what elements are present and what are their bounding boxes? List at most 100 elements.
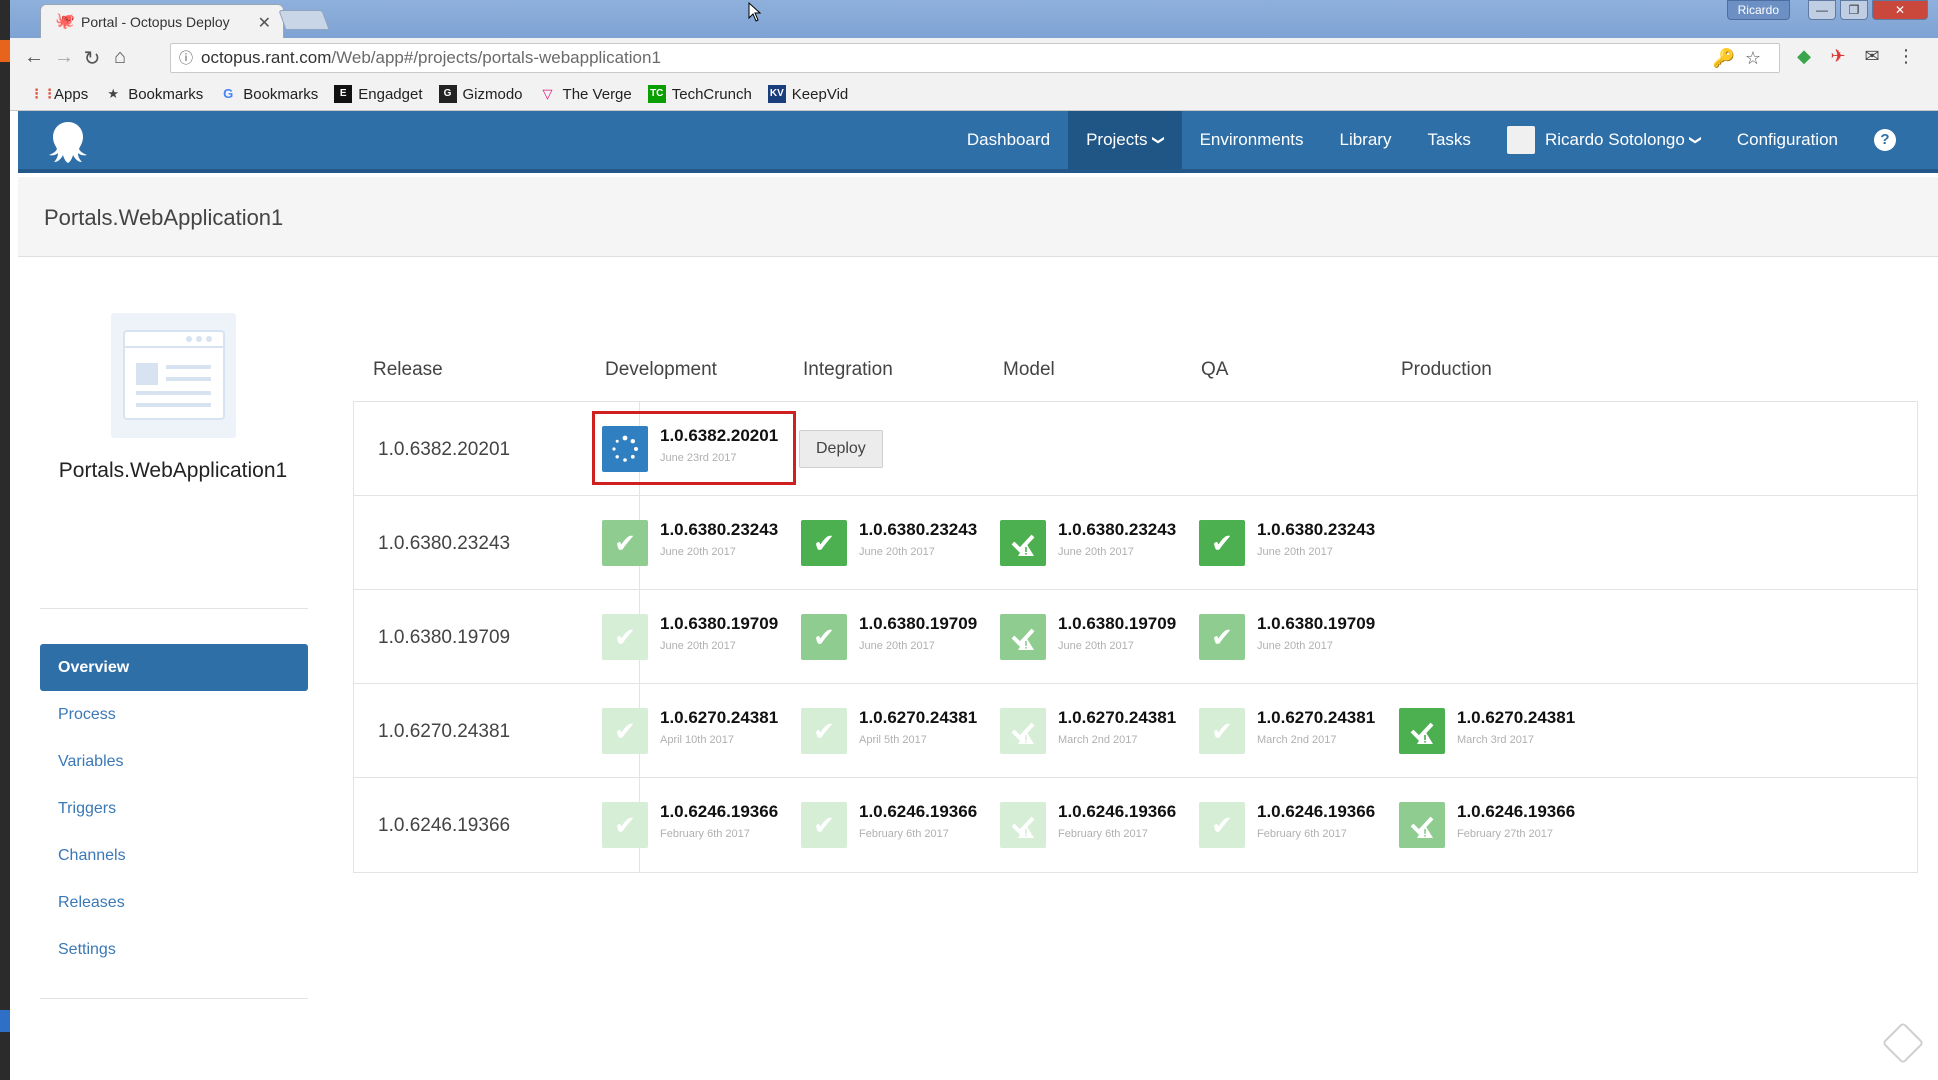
desktop-edge: [0, 0, 10, 1080]
bookmark-item[interactable]: TC TechCrunch: [647, 85, 752, 103]
deployment-cell[interactable]: ✔ 1.0.6380.19709 June 20th 2017: [602, 614, 778, 660]
mail-extension-icon[interactable]: ✉: [1860, 46, 1884, 67]
nav-environments[interactable]: Environments: [1182, 111, 1322, 169]
bookmark-item[interactable]: G Gizmodo: [438, 85, 523, 103]
forward-arrow-icon[interactable]: →: [52, 46, 76, 69]
sidebar-item-overview[interactable]: Overview: [40, 644, 308, 691]
bookmark-item[interactable]: KV KeepVid: [767, 85, 848, 103]
deployment-cell[interactable]: ✔ 1.0.6246.19366 February 6th 2017: [1199, 802, 1375, 848]
bookmarks-bar: ⋮⋮ Apps ★ Bookmarks G Bookmarks E Engadget G Gizm…: [10, 78, 1938, 111]
success-with-warning-icon: [1000, 708, 1046, 754]
sidebar-item-variables[interactable]: Variables: [40, 738, 308, 785]
deployment-cell[interactable]: ✔ 1.0.6380.19709 June 20th 2017: [1199, 614, 1375, 660]
dashboard-body: 1.0.6382.20201 1.0.6382.20201 June 23rd 20…: [353, 401, 1918, 873]
success-check-icon: ✔: [801, 614, 847, 660]
bookmark-item[interactable]: E Engadget: [334, 85, 423, 103]
nav-help[interactable]: ?: [1856, 111, 1914, 169]
deployment-cell[interactable]: ✔ 1.0.6270.24381 April 5th 2017: [801, 708, 977, 754]
deployment-version: 1.0.6270.24381: [1257, 708, 1376, 727]
keepvid-icon: KV: [767, 85, 786, 103]
deployment-date: February 6th 2017: [1257, 828, 1347, 840]
column-header: Model: [1003, 359, 1055, 380]
deployment-info: 1.0.6270.24381 March 2nd 2017: [1257, 708, 1375, 754]
release-version[interactable]: 1.0.6380.23243: [378, 533, 510, 555]
omnibar: ← → ↻ ⌂ ⓘ octopus.rant.com/Web/app#/proj…: [10, 38, 1938, 78]
octopus-logo-icon[interactable]: [46, 119, 90, 165]
deployment-cell[interactable]: ✔ 1.0.6270.24381 April 10th 2017: [602, 708, 778, 754]
success-with-warning-icon: [1000, 802, 1046, 848]
techcrunch-icon: TC: [647, 85, 666, 103]
deployment-cell[interactable]: 1.0.6380.19709 June 20th 2017: [1000, 614, 1176, 660]
release-version[interactable]: 1.0.6382.20201: [378, 439, 510, 461]
bookmark-item[interactable]: ★ Bookmarks: [104, 85, 203, 103]
success-check-icon: ✔: [801, 802, 847, 848]
release-version[interactable]: 1.0.6246.19366: [378, 815, 510, 837]
gizmodo-icon: G: [438, 85, 457, 103]
nav-user-menu[interactable]: Ricardo Sotolongo ❯: [1489, 111, 1719, 169]
apps-grid-icon: ⋮⋮: [30, 86, 56, 101]
nav-dashboard[interactable]: Dashboard: [949, 111, 1068, 169]
minimize-button[interactable]: —: [1808, 0, 1836, 20]
deployment-info: 1.0.6270.24381 April 10th 2017: [660, 708, 778, 754]
browser-tab[interactable]: 🐙 Portal - Octopus Deploy ✕: [40, 4, 284, 38]
deployment-cell[interactable]: 1.0.6270.24381 March 3rd 2017: [1399, 708, 1575, 754]
release-row: 1.0.6380.19709 ✔ 1.0.6380.19709 June 20th 2…: [354, 590, 1917, 684]
deployment-date: February 6th 2017: [859, 828, 949, 840]
release-row: 1.0.6246.19366 ✔ 1.0.6246.19366 February 6t…: [354, 778, 1917, 872]
sidebar-item-settings[interactable]: Settings: [40, 926, 308, 973]
nav-projects[interactable]: Projects ❯: [1068, 111, 1182, 169]
maximize-button[interactable]: ❐: [1840, 0, 1868, 20]
deployment-cell[interactable]: ✔ 1.0.6380.23243 June 20th 2017: [602, 520, 778, 566]
octopus-favicon-icon: 🐙: [55, 12, 75, 30]
deployment-cell[interactable]: ✔ 1.0.6380.23243 June 20th 2017: [1199, 520, 1375, 566]
nav-label: Environments: [1199, 130, 1304, 149]
deployment-cell[interactable]: ✔ 1.0.6380.19709 June 20th 2017: [801, 614, 977, 660]
nav-tasks[interactable]: Tasks: [1409, 111, 1488, 169]
extension-icon[interactable]: ◆: [1792, 46, 1816, 67]
menu-dots-icon[interactable]: ⋮: [1894, 46, 1918, 67]
bookmark-item[interactable]: G Bookmarks: [219, 85, 318, 103]
deployment-version: 1.0.6270.24381: [859, 708, 978, 727]
sidebar-item-process[interactable]: Process: [40, 691, 308, 738]
deployment-date: February 27th 2017: [1457, 828, 1554, 840]
back-arrow-icon[interactable]: ←: [22, 46, 46, 69]
column-header: Production: [1401, 359, 1492, 380]
reload-icon[interactable]: ↻: [80, 46, 104, 71]
nav-configuration[interactable]: Configuration: [1719, 111, 1856, 169]
home-icon[interactable]: ⌂: [108, 46, 132, 69]
deployment-cell[interactable]: ✔ 1.0.6380.23243 June 20th 2017: [801, 520, 977, 566]
profile-button[interactable]: Ricardo: [1726, 0, 1790, 20]
sidebar-item-triggers[interactable]: Triggers: [40, 785, 308, 832]
tab-title: Portal - Octopus Deploy: [81, 13, 230, 30]
deployment-date: February 6th 2017: [660, 828, 750, 840]
bookmark-item[interactable]: ⋮⋮ Apps: [30, 85, 88, 103]
deployment-date: June 20th 2017: [859, 640, 935, 652]
site-info-icon[interactable]: ⓘ: [171, 48, 201, 68]
release-version[interactable]: 1.0.6270.24381: [378, 721, 510, 743]
deployment-cell[interactable]: ✔ 1.0.6246.19366 February 6th 2017: [801, 802, 977, 848]
extension-icon[interactable]: ✈: [1826, 46, 1850, 67]
deployment-cell[interactable]: ✔ 1.0.6246.19366 February 6th 2017: [602, 802, 778, 848]
deployment-date: April 5th 2017: [859, 734, 927, 746]
release-version[interactable]: 1.0.6380.19709: [378, 627, 510, 649]
nav-label: Library: [1339, 130, 1392, 149]
deployment-info: 1.0.6380.23243 June 20th 2017: [660, 520, 778, 566]
address-bar[interactable]: ⓘ octopus.rant.com/Web/app#/projects/por…: [170, 43, 1780, 73]
close-tab-icon[interactable]: ✕: [258, 13, 271, 33]
bookmark-item[interactable]: ▽ The Verge: [539, 85, 632, 103]
nav-library[interactable]: Library: [1322, 111, 1410, 169]
close-window-button[interactable]: ✕: [1872, 0, 1928, 20]
success-with-warning-icon: [1399, 708, 1445, 754]
deployment-cell[interactable]: 1.0.6246.19366 February 27th 2017: [1399, 802, 1575, 848]
new-tab-button[interactable]: [278, 10, 330, 30]
deployment-cell[interactable]: 1.0.6246.19366 February 6th 2017: [1000, 802, 1176, 848]
deployment-cell[interactable]: 1.0.6380.23243 June 20th 2017: [1000, 520, 1176, 566]
deployment-cell[interactable]: ✔ 1.0.6270.24381 March 2nd 2017: [1199, 708, 1375, 754]
deployment-cell[interactable]: 1.0.6270.24381 March 2nd 2017: [1000, 708, 1176, 754]
sidebar-item-channels[interactable]: Channels: [40, 832, 308, 879]
bookmark-star-icon[interactable]: 🔑☆: [1712, 48, 1771, 69]
sidebar-item-releases[interactable]: Releases: [40, 879, 308, 926]
deploy-button[interactable]: Deploy: [799, 430, 883, 468]
deployment-info: 1.0.6380.23243 June 20th 2017: [1058, 520, 1176, 566]
deployment-date: February 6th 2017: [1058, 828, 1148, 840]
